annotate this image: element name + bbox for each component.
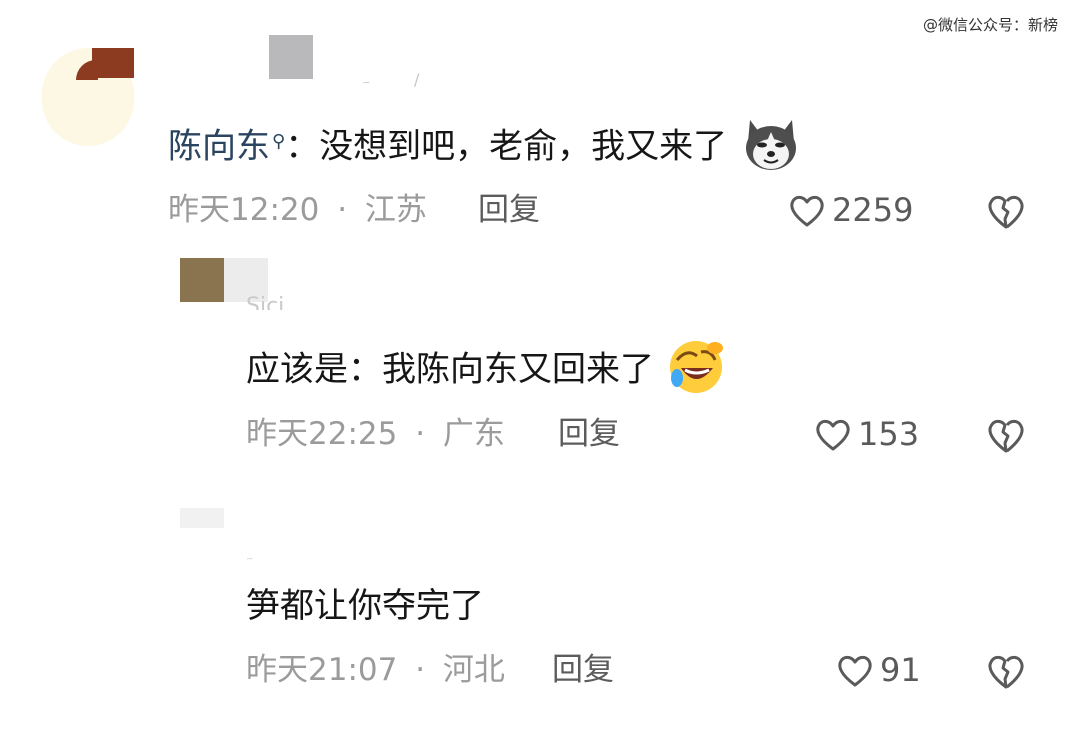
faint-mark: / (414, 70, 420, 89)
comment-body: 笋都让你夺完了 (246, 586, 484, 626)
like-button[interactable]: 2259 (788, 192, 913, 228)
reply-button[interactable]: 回复 (478, 192, 540, 228)
reply-button[interactable]: 回复 (552, 652, 614, 688)
like-count: 153 (858, 415, 920, 453)
comment-location: 广东 (442, 416, 505, 452)
comment-location: 河北 (442, 652, 505, 688)
like-button[interactable]: 91 (836, 652, 921, 688)
heart-outline-icon (816, 419, 850, 451)
comment-body: 应该是：我陈向东又回来了 (246, 349, 654, 390)
meta-dot: · (415, 652, 426, 688)
heart-outline-icon (838, 655, 872, 687)
broken-heart-icon[interactable] (986, 652, 1026, 690)
heart-outline-icon (790, 195, 824, 227)
comment-location: 江苏 (364, 192, 427, 228)
avatar[interactable] (180, 508, 224, 528)
broken-heart-icon[interactable] (986, 416, 1026, 454)
meta-dot: · (415, 416, 426, 452)
comment-text: 陈向东 ⚲：没想到吧，老俞，我又来了 (168, 120, 800, 174)
like-count: 2259 (832, 191, 914, 229)
comment-separator: ： (285, 126, 320, 167)
blurred-username (269, 35, 313, 79)
rolling-laughing-emoji (669, 341, 723, 393)
like-button[interactable]: 153 (814, 416, 919, 452)
avatar-decoration (92, 48, 134, 78)
comment-text: 应该是：我陈向东又回来了 (246, 341, 725, 396)
broken-heart-icon[interactable] (986, 192, 1026, 230)
comment-meta: 昨天12:20 · 江苏 (168, 192, 427, 228)
comment-time: 昨天22:25 (246, 416, 398, 452)
comment-text: 笋都让你夺完了 (246, 586, 484, 626)
faint-mark: ⁻ (362, 76, 371, 95)
meta-dot: · (337, 192, 348, 228)
comment-meta: 昨天21:07 · 河北 (246, 652, 505, 688)
comment-time: 昨天21:07 (246, 652, 398, 688)
search-icon: ⚲ (272, 131, 286, 152)
faint-mark: ⁻ (246, 554, 254, 570)
comment-time: 昨天12:20 (168, 192, 320, 228)
comment-meta: 昨天22:25 · 广东 (246, 416, 505, 452)
reply-username[interactable]: Sici (246, 294, 284, 310)
avatar[interactable] (180, 258, 224, 302)
comment-author[interactable]: 陈向东 (168, 127, 270, 167)
reply-button[interactable]: 回复 (558, 416, 620, 452)
like-count: 91 (880, 651, 921, 689)
watermark: @微信公众号：新榜 (922, 16, 1058, 34)
comment-body: 没想到吧，老俞，我又来了 (319, 126, 728, 167)
husky-dog-emoji (746, 120, 796, 170)
